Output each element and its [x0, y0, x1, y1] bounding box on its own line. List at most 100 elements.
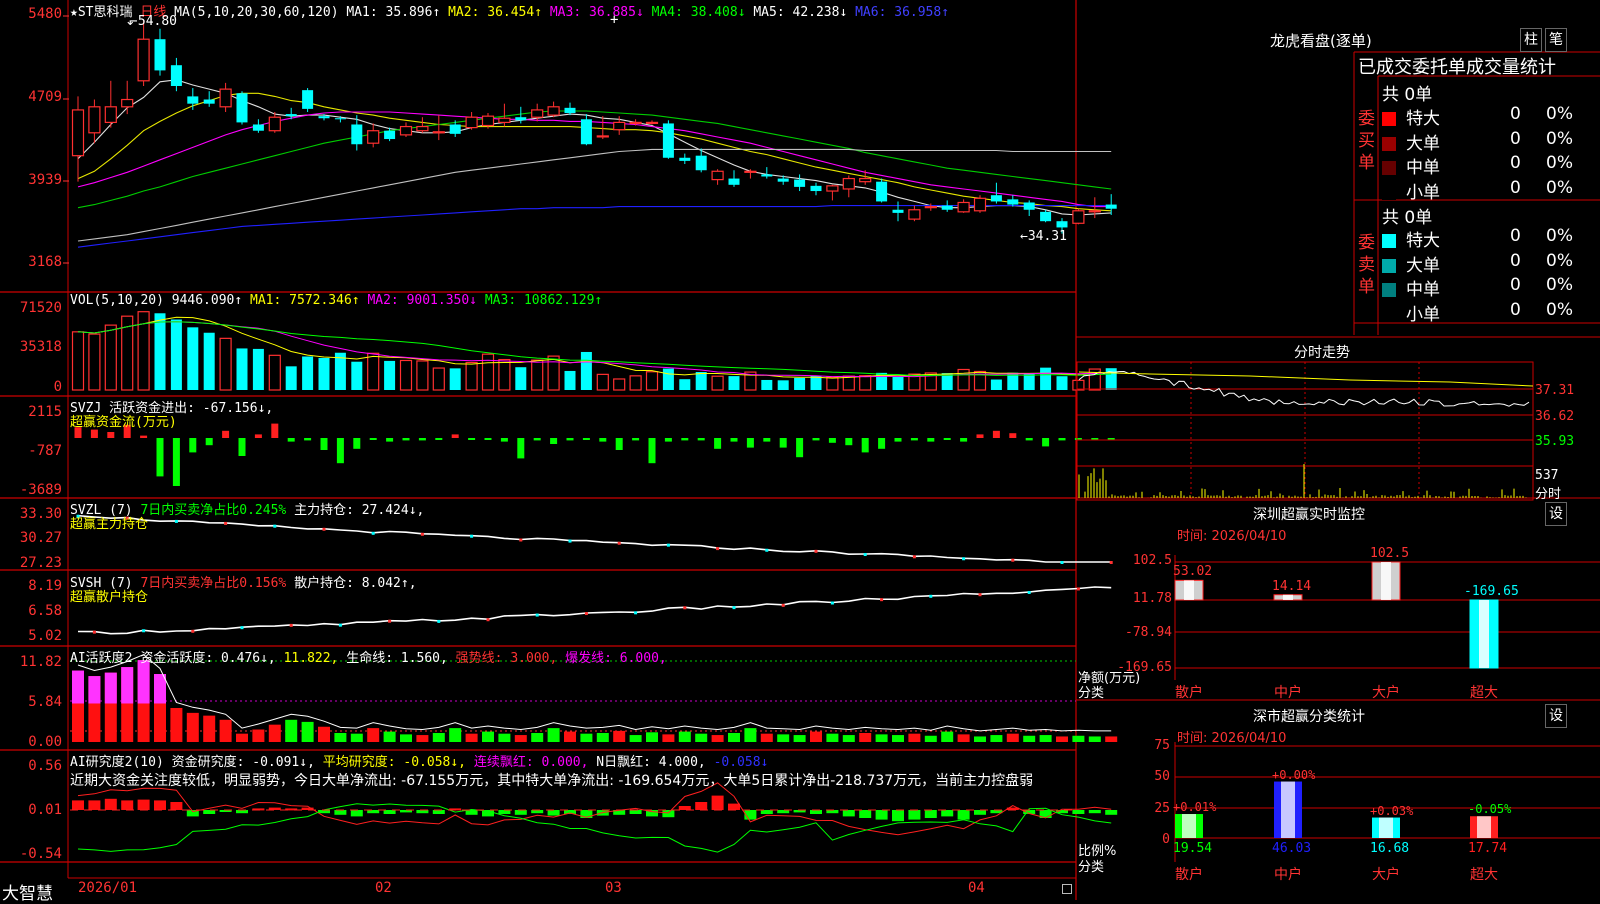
ai-active-t3: 生命线: 1.560,: [346, 651, 448, 666]
flow-bar-out: [599, 438, 607, 442]
vol-bar-up: [88, 333, 101, 391]
order-label: 小单: [1406, 304, 1440, 325]
activity-bar: [203, 715, 216, 742]
candle-body-up: [1072, 210, 1085, 224]
order-label: 特大: [1406, 109, 1440, 129]
vol-bar-down: [1023, 373, 1035, 390]
classify-title: 深市超赢分类统计: [1253, 709, 1365, 725]
research-bar-neg: [1088, 810, 1101, 814]
tick-mode-button[interactable]: 笔: [1545, 28, 1567, 52]
classify-category-label: 中户: [1274, 867, 1302, 883]
candle-body-down: [580, 119, 592, 145]
ai-research-t3: 连续飘红: 0.000,: [473, 755, 589, 770]
retail-holding-dot: [683, 606, 687, 610]
candle-body-down: [794, 179, 806, 187]
vol-bar-down: [794, 377, 806, 390]
candle-body-up: [842, 177, 855, 190]
activity-bar: [1023, 735, 1036, 742]
activity-bar: [580, 733, 593, 742]
retail-holding-dot: [584, 612, 588, 616]
svzj-sub: 超赢资金流(万元): [70, 415, 177, 430]
main-holding-dot: [420, 532, 424, 536]
activity-bar: [908, 733, 921, 742]
bar-mode-button[interactable]: 柱: [1520, 28, 1542, 52]
retail-holding-dot: [142, 629, 146, 633]
flow-bar-out: [648, 438, 656, 464]
monitor-bar-highlight: [1381, 562, 1391, 600]
flow-bar-out: [189, 438, 197, 453]
high-label: ⬐54.80: [127, 14, 178, 29]
intraday-title: 分时走势: [1294, 345, 1350, 361]
classify-settings-button[interactable]: 设: [1545, 704, 1567, 728]
y-tick-main-2: 3939: [28, 172, 62, 188]
ma6-value: MA6: 36.958↑: [855, 5, 950, 20]
lock-icon[interactable]: [1062, 884, 1072, 894]
monitor-category-label: 中户: [1274, 685, 1302, 701]
stock-name[interactable]: ★ST思科瑞: [70, 5, 132, 20]
order-color-swatch: [1382, 307, 1396, 322]
order-pct: 0%: [1546, 226, 1573, 246]
order-label: 大单: [1406, 133, 1440, 154]
activity-bar-burst: [72, 670, 84, 704]
order-pct: 0%: [1546, 177, 1573, 198]
activity-bar: [301, 721, 314, 742]
research-bar-neg: [810, 810, 822, 814]
intraday-vol: 537: [1535, 468, 1559, 483]
intraday-price-0: 37.31: [1535, 383, 1575, 398]
main-holding-dot: [519, 538, 523, 542]
vol-label: VOL(5,10,20): [70, 293, 164, 308]
activity-bar-burst: [154, 674, 166, 704]
flow-bar-in: [451, 434, 459, 438]
vol-bar-down: [662, 368, 674, 390]
candle-body-down: [170, 65, 182, 86]
monitor-y-2: -78.94: [1125, 625, 1172, 640]
candle-body-up: [645, 121, 659, 125]
ma5-value: MA5: 42.238↓: [753, 5, 848, 20]
vol-bar-up: [859, 375, 872, 391]
vol-bar-up: [842, 375, 855, 391]
retail-holding-dot: [830, 601, 834, 605]
flow-bar-out: [1058, 438, 1066, 441]
candle-body-down: [892, 209, 904, 213]
order-row: 大单 0 0%: [1382, 251, 1600, 276]
research-bar-pos: [695, 802, 708, 810]
app-logo[interactable]: 大智慧: [2, 879, 53, 904]
flow-bar-out: [287, 438, 295, 442]
activity-bar: [924, 735, 937, 742]
flow-bar-out: [1025, 438, 1033, 441]
y-tick-main-0: 5480: [28, 6, 62, 22]
flow-bar-out: [353, 438, 361, 449]
main-holding-dot: [863, 553, 867, 557]
order-value: 0: [1510, 226, 1521, 246]
ma4-value: MA4: 38.408↓: [651, 5, 746, 20]
flow-bar-out: [205, 438, 213, 446]
vol-bar-down: [252, 348, 264, 390]
order-color-swatch: [1382, 234, 1396, 248]
vol-bar-up: [826, 376, 839, 391]
monitor-settings-button[interactable]: 设: [1545, 502, 1567, 526]
candle-body-up: [104, 106, 117, 124]
vol-bar-down: [695, 372, 707, 390]
candle-body-down: [285, 114, 297, 117]
activity-bar: [367, 728, 380, 742]
flow-bar-out: [779, 438, 787, 448]
order-label: 大单: [1406, 255, 1440, 276]
retail-holding-dot: [634, 611, 638, 615]
retail-holding-dot: [880, 598, 884, 602]
y-tick-svzj-0: 2115: [28, 404, 62, 420]
flow-bar-out: [828, 438, 836, 443]
retail-holding-dot: [240, 626, 244, 630]
vol-bar-down: [449, 368, 461, 390]
main-holding-dot: [814, 549, 818, 553]
order-label: 小单: [1406, 182, 1440, 203]
monitor-bar-value: 102.5: [1370, 546, 1410, 561]
ai-research-label: AI研究度2(10): [70, 755, 164, 770]
candle-body-down: [384, 130, 396, 140]
order-value: 0: [1510, 275, 1521, 295]
research-bar-pos: [711, 795, 724, 810]
vol-bar-up: [71, 331, 85, 391]
flow-bar-out: [320, 438, 328, 450]
candle-body-up: [613, 121, 626, 131]
flow-bar-in: [222, 430, 230, 438]
flow-bar-in: [992, 430, 1000, 438]
